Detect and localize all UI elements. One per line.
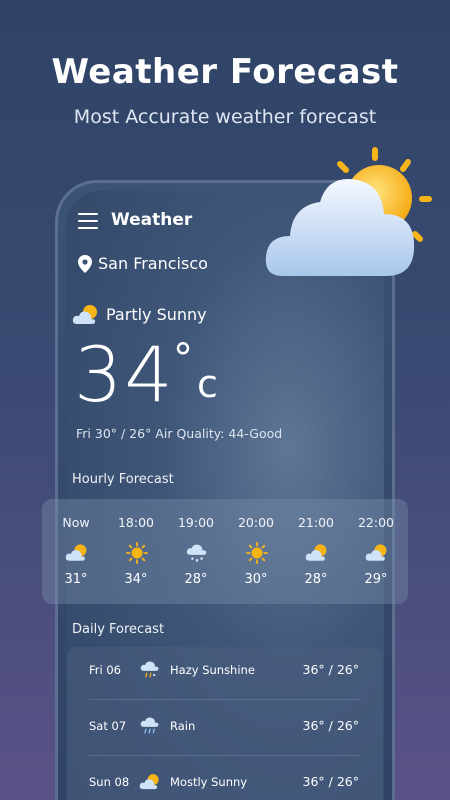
temperature-unit: c — [197, 362, 218, 406]
hour-time: 22:00 — [357, 515, 395, 530]
snow-cloud-icon — [186, 544, 207, 562]
daily-forecast-card[interactable]: Fri 06 Hazy Sunshine 36° / 26° Sat 07 Ra… — [67, 647, 383, 800]
hour-temp: 28° — [304, 572, 328, 587]
location-label[interactable]: San Francisco — [98, 254, 208, 273]
day-label: Sun 08 — [89, 775, 130, 789]
row-divider — [89, 755, 361, 756]
partly-sunny-icon — [365, 544, 387, 561]
rain-icon — [140, 717, 159, 734]
hour-time: 18:00 — [117, 515, 155, 530]
daily-row[interactable]: Sun 08 Mostly Sunny 36° / 26° — [67, 759, 383, 800]
promo-title: Weather Forecast — [51, 52, 399, 92]
hour-temp: 34° — [124, 572, 148, 587]
partly-sunny-icon — [305, 544, 327, 561]
hourly-forecast-label: Hourly Forecast — [72, 472, 174, 487]
current-temperature: 34 — [74, 330, 175, 419]
hour-temp: 30° — [244, 572, 268, 587]
promo-subtitle: Most Accurate weather forecast — [73, 106, 377, 128]
hour-temp: 28° — [184, 572, 208, 587]
hazy-sunshine-icon — [140, 661, 159, 678]
row-divider — [89, 699, 361, 700]
sun-icon — [246, 542, 268, 564]
hour-time: 20:00 — [237, 515, 275, 530]
partly-sunny-icon — [65, 544, 87, 561]
hour-temp: 29° — [364, 572, 388, 587]
hour-time: Now — [62, 515, 90, 530]
temperature-degree-symbol: ° — [173, 336, 193, 382]
day-temps: 36° / 26° — [302, 718, 359, 733]
current-condition: Partly Sunny — [106, 305, 207, 324]
hour-temp: 31° — [64, 572, 88, 587]
daily-row[interactable]: Fri 06 Hazy Sunshine 36° / 26° — [67, 647, 383, 703]
sun-cloud-illustration-icon — [265, 147, 432, 276]
daily-forecast-label: Daily Forecast — [72, 622, 165, 637]
day-temps: 36° / 26° — [302, 774, 359, 789]
sun-icon — [126, 542, 148, 564]
hour-time: 21:00 — [297, 515, 335, 530]
app-title: Weather — [111, 210, 193, 230]
day-condition: Rain — [170, 719, 196, 733]
hour-time: 19:00 — [177, 515, 215, 530]
partly-sunny-icon — [72, 305, 97, 324]
today-details: Fri 30° / 26° Air Quality: 44-Good — [76, 426, 283, 441]
day-condition: Mostly Sunny — [170, 775, 248, 789]
day-temps: 36° / 26° — [302, 662, 359, 677]
location-pin-icon — [78, 255, 92, 273]
day-label: Sat 07 — [89, 719, 127, 733]
day-condition: Hazy Sunshine — [170, 663, 255, 677]
day-label: Fri 06 — [89, 663, 121, 677]
hourly-forecast-card[interactable]: Now 31° 18:00 34° 19:00 28° 20:00 30° 21… — [42, 499, 408, 604]
menu-icon[interactable] — [78, 213, 98, 229]
mostly-sunny-icon — [139, 774, 159, 790]
daily-row[interactable]: Sat 07 Rain 36° / 26° — [67, 703, 383, 759]
